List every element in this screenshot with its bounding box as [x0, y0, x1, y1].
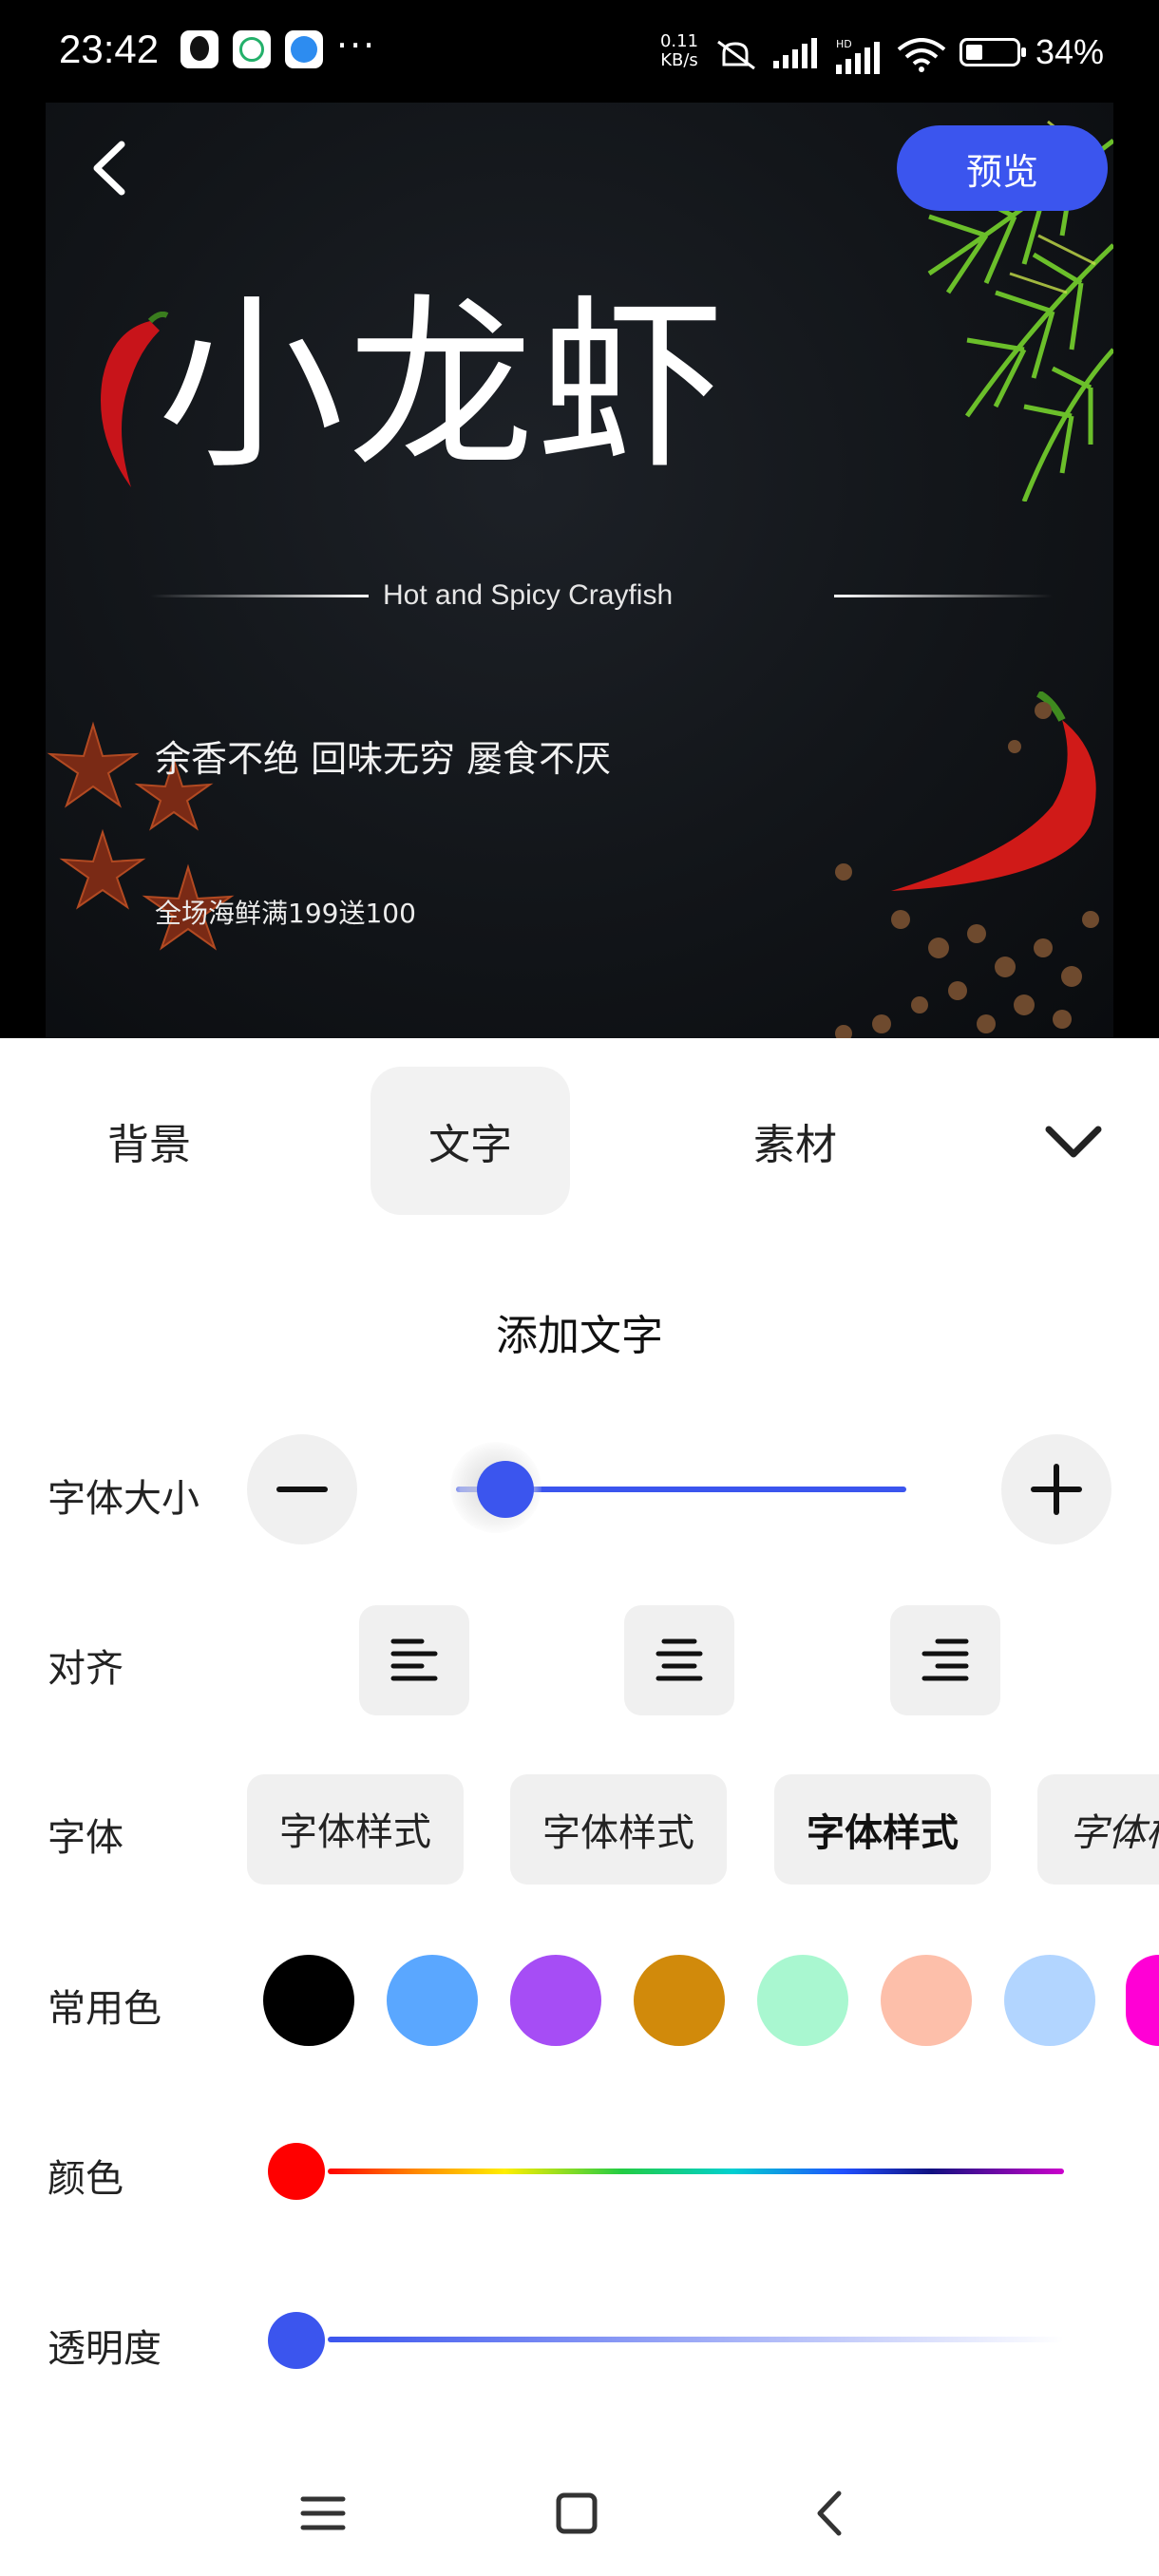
poster-promo[interactable]: 全场海鲜满199送100 [155, 893, 416, 931]
qq-icon [180, 30, 218, 68]
align-center-icon [656, 1638, 703, 1681]
color-swatch[interactable] [1004, 1955, 1095, 2046]
menu-icon [300, 2496, 346, 2530]
wifi-icon [897, 38, 946, 72]
back-arrow-icon[interactable] [80, 135, 146, 201]
minus-icon [276, 1487, 328, 1492]
font-size-slider-thumb[interactable] [477, 1461, 534, 1518]
font-label: 字体 [48, 1816, 124, 1860]
chevron-down-icon[interactable] [1036, 1105, 1112, 1181]
hd-signal-icon: HD [836, 38, 880, 74]
back-chevron-icon [817, 2491, 842, 2536]
battery-percentage: 34% [1036, 32, 1105, 71]
font-size-label: 字体大小 [48, 1477, 200, 1521]
font-option-2[interactable]: 字体样式 [510, 1774, 727, 1885]
status-bar: 23:42 ··· 0.11 KB/s HD 34% [0, 0, 1159, 103]
font-option-3[interactable]: 字体样式 [774, 1774, 991, 1885]
color-swatch[interactable] [881, 1955, 972, 2046]
system-nav-bar [0, 2451, 1159, 2576]
tab-material[interactable]: 素材 [695, 1067, 895, 1215]
network-speed-unit: KB/s [660, 50, 698, 70]
signal-icon [773, 38, 817, 68]
color-swatch[interactable] [387, 1955, 478, 2046]
divider-line-left [150, 595, 369, 597]
battery-icon [960, 38, 1026, 66]
nav-home-button[interactable] [541, 2477, 613, 2549]
preview-button[interactable]: 预览 [897, 125, 1108, 211]
align-center-button[interactable] [624, 1605, 734, 1715]
hd-label: HD [836, 38, 852, 50]
peppercorns-decoration [835, 702, 1099, 1038]
font-option-1[interactable]: 字体样式 [247, 1774, 464, 1885]
poster-subtitle[interactable]: Hot and Spicy Crayfish [383, 579, 673, 612]
color-swatch[interactable] [263, 1955, 354, 2046]
color-swatch[interactable] [1126, 1955, 1159, 2046]
color-swatch[interactable] [634, 1955, 725, 2046]
increase-size-button[interactable] [1001, 1434, 1112, 1544]
hue-slider-thumb[interactable] [268, 2143, 325, 2200]
color-swatch[interactable] [757, 1955, 848, 2046]
opacity-slider-track[interactable] [328, 2337, 1064, 2342]
align-left-icon [390, 1638, 438, 1681]
browser-icon [285, 30, 323, 68]
opacity-label: 透明度 [48, 2327, 162, 2371]
network-speed: 0.11 KB/s [656, 32, 703, 70]
mute-alarm-icon [717, 40, 755, 70]
poster-canvas[interactable]: 小龙虾 Hot and Spicy Crayfish 余香不绝 回味无穷 屡食不… [46, 103, 1113, 1038]
opacity-slider-thumb[interactable] [268, 2312, 325, 2369]
divider-line-right [834, 595, 1053, 597]
nav-back-button[interactable] [794, 2477, 866, 2549]
poster-slogan[interactable]: 余香不绝 回味无穷 屡食不厌 [155, 729, 611, 782]
status-time: 23:42 [59, 27, 160, 71]
editor-tabs: 背景 文字 素材 [0, 1038, 1159, 1228]
color-swatch[interactable] [510, 1955, 601, 2046]
decrease-size-button[interactable] [247, 1434, 357, 1544]
common-colors-label: 常用色 [48, 1987, 162, 2031]
hue-slider-track[interactable] [328, 2169, 1064, 2174]
notification-app-icon [233, 30, 271, 68]
network-speed-value: 0.11 [659, 31, 699, 51]
tab-background[interactable]: 背景 [49, 1067, 249, 1215]
color-label: 颜色 [48, 2157, 124, 2201]
poster-canvas-area: 小龙虾 Hot and Spicy Crayfish 余香不绝 回味无穷 屡食不… [0, 103, 1159, 1038]
align-right-button[interactable] [890, 1605, 1000, 1715]
panel-title: 添加文字 [496, 1312, 663, 1360]
nav-menu-button[interactable] [287, 2477, 359, 2549]
align-right-icon [922, 1638, 969, 1681]
align-label: 对齐 [48, 1647, 124, 1691]
poster-title[interactable]: 小龙虾 [158, 236, 728, 504]
more-notifications-icon: ··· [336, 25, 377, 66]
home-square-icon [556, 2492, 598, 2534]
chili-pepper-decoration [101, 312, 169, 487]
tab-text[interactable]: 文字 [370, 1067, 570, 1215]
align-left-button[interactable] [359, 1605, 469, 1715]
plus-icon [1031, 1464, 1082, 1515]
font-option-4[interactable]: 字体样 [1037, 1774, 1159, 1885]
